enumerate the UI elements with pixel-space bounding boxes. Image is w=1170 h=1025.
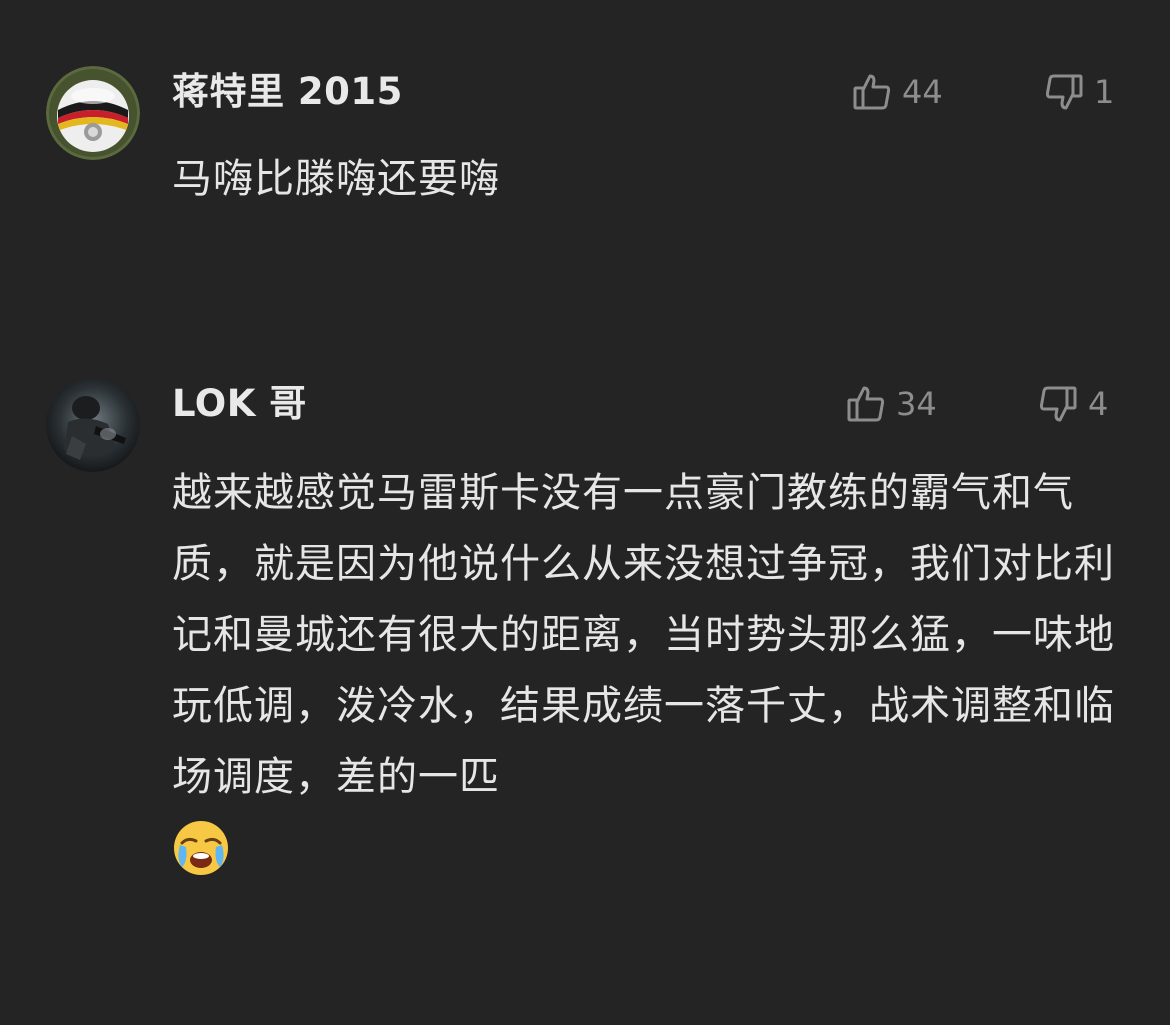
like-button[interactable]: 44 — [852, 70, 943, 114]
crying-face-emoji — [172, 819, 230, 877]
comment-body: 越来越感觉马雷斯卡没有一点豪门教练的霸气和气质，就是因为他说什么从来没想过争冠，… — [172, 458, 1132, 877]
like-count: 34 — [896, 385, 937, 423]
football-avatar-icon[interactable] — [46, 66, 140, 160]
dislike-button[interactable]: 4 — [1038, 382, 1108, 426]
dislike-button[interactable]: 1 — [1044, 70, 1114, 114]
dislike-count: 1 — [1094, 73, 1115, 111]
thumbs-up-icon — [852, 72, 892, 112]
username[interactable]: 蒋特里 2015 — [172, 68, 403, 116]
username[interactable]: LOK 哥 — [172, 380, 307, 428]
thumbs-down-icon — [1038, 384, 1078, 424]
comment-text: 马嗨比滕嗨还要嗨 — [172, 156, 500, 202]
dislike-count: 4 — [1088, 385, 1109, 423]
thumbs-down-icon — [1044, 72, 1084, 112]
like-count: 44 — [902, 73, 943, 111]
thumbs-up-icon — [846, 384, 886, 424]
soldier-avatar-icon[interactable] — [46, 378, 140, 472]
comment-text: 越来越感觉马雷斯卡没有一点豪门教练的霸气和气质，就是因为他说什么从来没想过争冠，… — [172, 470, 1115, 800]
like-button[interactable]: 34 — [846, 382, 937, 426]
